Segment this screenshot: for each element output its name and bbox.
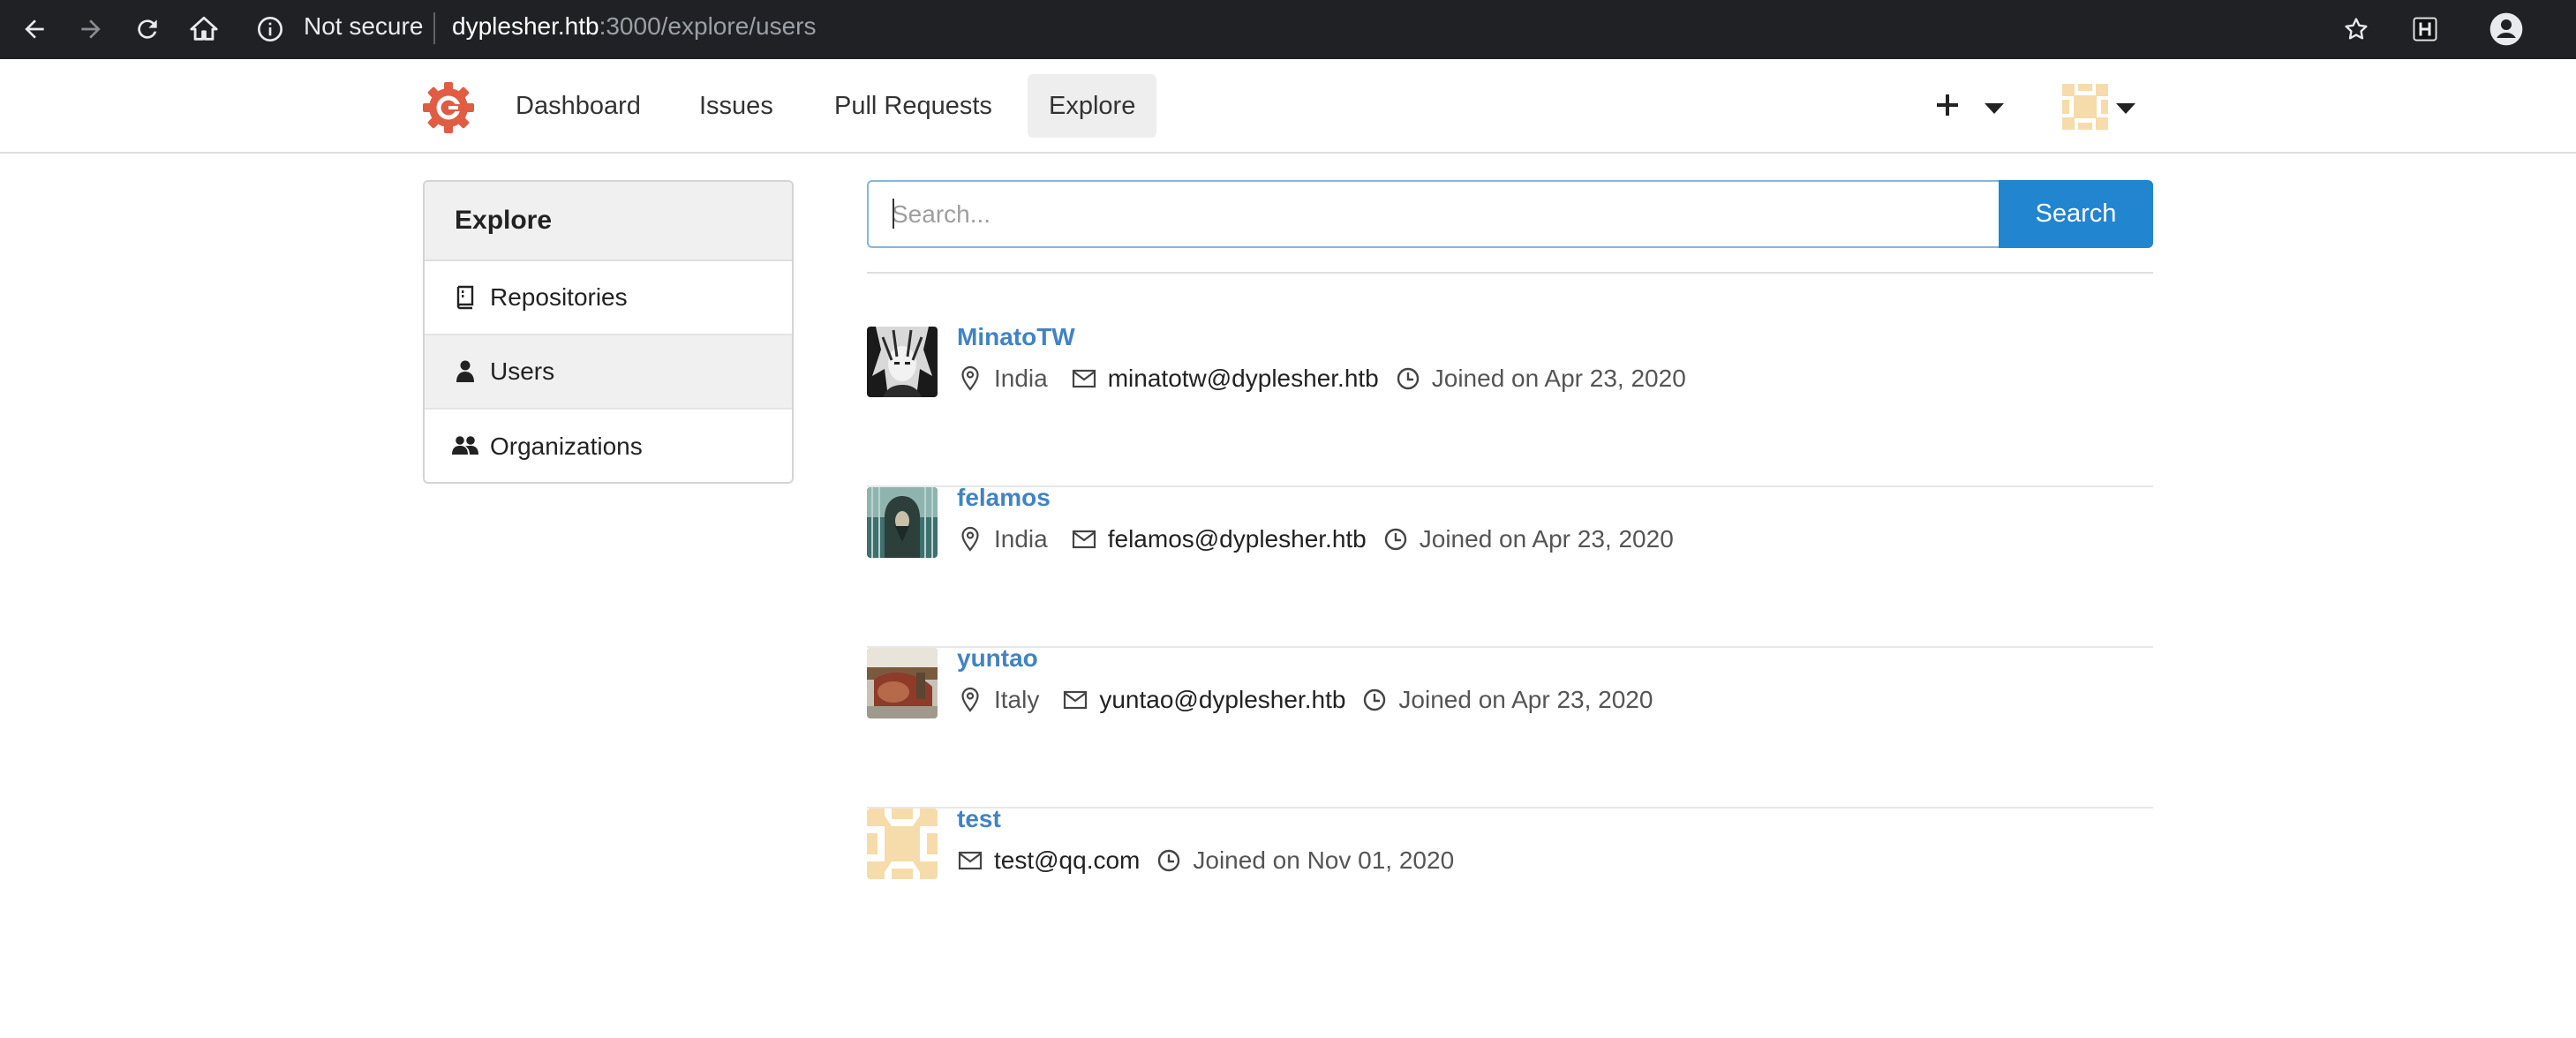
user-joined-date: Joined on Apr 23, 2020 <box>1431 365 1686 392</box>
nav-pull-requests[interactable]: Pull Requests <box>813 74 1013 138</box>
explore-menu: Explore Repositories Users Organizations <box>423 180 794 484</box>
user-location: Italy <box>994 686 1040 713</box>
nav-explore[interactable]: Explore <box>1028 74 1157 138</box>
avatar-portrait-image <box>867 327 938 397</box>
star-icon <box>2345 18 2368 40</box>
clock-icon <box>1395 365 1421 392</box>
clock-icon <box>1156 847 1182 874</box>
user-joined-date: Joined on Nov 01, 2020 <box>1193 846 1455 874</box>
person-icon <box>451 357 479 386</box>
profile-button[interactable] <box>2486 9 2527 49</box>
home-icon <box>190 16 218 41</box>
text-cursor <box>893 199 894 229</box>
sidebar-item-users[interactable]: Users <box>425 335 792 410</box>
address-divider <box>433 12 435 44</box>
user-list-item: felamos India felamos@dyplesher.htb Join… <box>867 484 2153 648</box>
gitea-logo-icon <box>423 82 474 133</box>
user-dropdown-toggle[interactable] <box>2114 102 2137 120</box>
clock-icon <box>1361 687 1388 713</box>
sidebar-item-label: Repositories <box>490 283 628 311</box>
identicon-avatar-icon <box>867 809 938 879</box>
user-name-link[interactable]: MinatoTW <box>957 323 1075 351</box>
mail-icon <box>957 847 983 874</box>
nav-issues[interactable]: Issues <box>678 74 795 138</box>
caret-down-icon <box>2116 103 2135 114</box>
reload-button[interactable] <box>127 9 168 49</box>
bookmark-button[interactable] <box>2336 9 2376 49</box>
user-meta: test@qq.com Joined on Nov 01, 2020 <box>957 846 1454 876</box>
user-name-link[interactable]: yuntao <box>957 644 1038 673</box>
search-divider <box>867 272 2153 274</box>
nav-dashboard[interactable]: Dashboard <box>494 74 662 138</box>
back-arrow-icon <box>25 19 44 39</box>
user-list-item: MinatoTW India minatotw@dyplesher.htb Jo… <box>867 323 2153 487</box>
user-list-item: test test@qq.com Joined on Nov 01, 2020 <box>867 805 2153 969</box>
user-email-link[interactable]: minatotw@dyplesher.htb <box>1108 365 1379 393</box>
book-icon <box>451 283 479 312</box>
create-dropdown-toggle[interactable] <box>1983 102 2006 120</box>
mail-icon <box>1071 526 1097 553</box>
mail-icon <box>1071 365 1097 392</box>
url-path: :3000/explore/users <box>599 12 817 40</box>
user-email-link[interactable]: test@qq.com <box>994 846 1140 875</box>
info-icon <box>258 17 282 41</box>
people-icon <box>451 432 479 461</box>
user-location: India <box>994 525 1048 553</box>
forward-button[interactable] <box>71 9 111 49</box>
reload-icon <box>138 19 157 39</box>
user-avatar[interactable] <box>867 327 938 397</box>
browser-toolbar: Not secure dyplesher.htb:3000/explore/us… <box>0 0 2576 59</box>
user-meta: India felamos@dyplesher.htb Joined on Ap… <box>957 524 1674 554</box>
extension-button[interactable] <box>2405 9 2445 49</box>
address-bar[interactable]: dyplesher.htb:3000/explore/users <box>452 12 817 41</box>
user-joined-date: Joined on Apr 23, 2020 <box>1398 686 1653 713</box>
user-avatar[interactable] <box>867 648 938 718</box>
sidebar-item-label: Organizations <box>490 432 643 460</box>
user-avatar[interactable] <box>867 487 938 558</box>
sidebar-item-label: Users <box>490 357 555 385</box>
user-location: India <box>994 365 1048 392</box>
create-new-button[interactable] <box>1933 91 1962 124</box>
user-meta: Italy yuntao@dyplesher.htb Joined on Apr… <box>957 685 1653 715</box>
location-icon <box>957 526 983 553</box>
home-button[interactable] <box>184 9 224 49</box>
user-avatar[interactable] <box>867 809 938 879</box>
identicon-avatar-icon <box>2062 84 2108 130</box>
main-navbar: Dashboard Issues Pull Requests Explore <box>0 59 2576 154</box>
plus-icon <box>1937 94 1958 116</box>
user-joined-date: Joined on Apr 23, 2020 <box>1419 525 1674 553</box>
location-icon <box>957 687 983 713</box>
clock-icon <box>1382 526 1409 553</box>
caret-down-icon <box>1985 103 2004 114</box>
user-name-link[interactable]: felamos <box>957 484 1051 512</box>
extension-h-icon <box>2413 17 2437 41</box>
user-menu-avatar[interactable] <box>2062 84 2108 130</box>
avatar-hooded-figure-image <box>867 487 938 558</box>
user-email-link[interactable]: yuntao@dyplesher.htb <box>1099 686 1345 714</box>
back-button[interactable] <box>14 9 55 49</box>
user-list-item: yuntao Italy yuntao@dyplesher.htb Joined… <box>867 644 2153 809</box>
security-label: Not secure <box>304 12 424 40</box>
location-icon <box>957 365 983 392</box>
account-circle-icon <box>2489 12 2523 46</box>
user-meta: India minatotw@dyplesher.htb Joined on A… <box>957 364 1686 394</box>
search-button[interactable]: Search <box>1999 180 2153 248</box>
sidebar-item-organizations[interactable]: Organizations <box>425 410 792 482</box>
avatar-photo-image <box>867 648 938 718</box>
sidebar-item-repositories[interactable]: Repositories <box>425 261 792 335</box>
mail-icon <box>1062 687 1088 713</box>
gitea-logo[interactable] <box>421 80 476 135</box>
url-host: dyplesher.htb <box>452 12 599 40</box>
user-email-link[interactable]: felamos@dyplesher.htb <box>1108 525 1367 553</box>
search-input[interactable] <box>867 180 1999 248</box>
forward-arrow-icon <box>81 19 101 39</box>
explore-menu-title: Explore <box>425 182 792 261</box>
user-name-link[interactable]: test <box>957 805 1001 833</box>
site-info-button[interactable] <box>256 15 284 48</box>
